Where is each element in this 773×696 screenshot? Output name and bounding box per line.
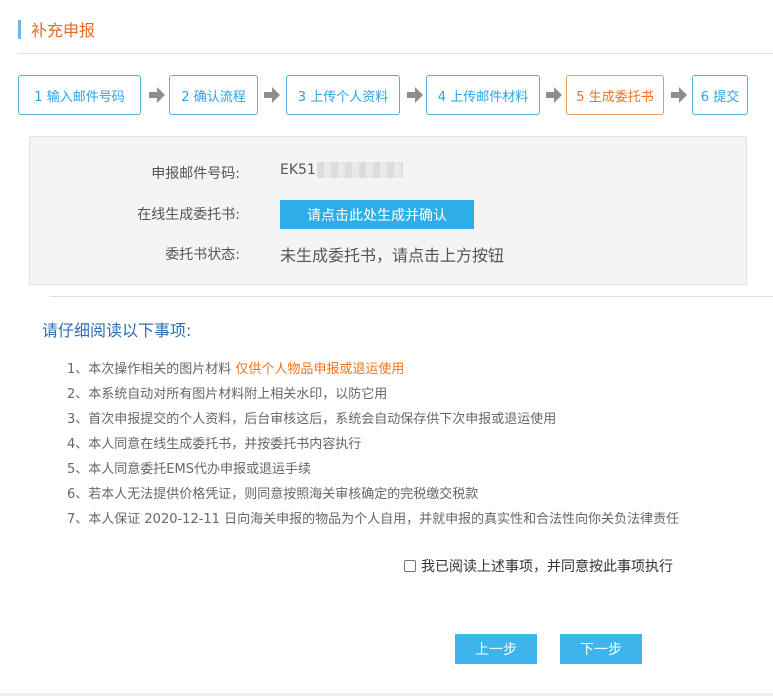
mail-number-value: EK51 [280, 162, 403, 178]
next-step-button[interactable]: 下一步 [560, 634, 642, 664]
agree-checkbox-row[interactable]: 我已阅读上述事项，并同意按此事项执行 [404, 556, 673, 576]
arrow-right-icon [149, 86, 166, 104]
header-divider [18, 53, 773, 54]
notice-item-highlight: 仅供个人物品申报或退运使用 [235, 362, 405, 377]
notice-item-text: 1、本次操作相关的图片材料 [67, 362, 236, 377]
arrow-right-icon [407, 86, 424, 104]
notice-item: 2、本系统自动对所有图片材料附上相关水印，以防它用 [67, 387, 388, 402]
generate-authorization-button[interactable]: 请点击此处生成并确认 [280, 200, 474, 229]
prev-step-button[interactable]: 上一步 [455, 634, 537, 664]
step-progress: 1 输入邮件号码 2 确认流程 3 上传个人资料 4 上传邮件材料 5 生成委托… [18, 75, 773, 115]
agree-checkbox[interactable] [404, 560, 416, 572]
step-confirm-process[interactable]: 2 确认流程 [169, 75, 258, 115]
notice-item: 6、若本人无法提供价格凭证，则同意按照海关审核确定的完税缴交税款 [67, 487, 479, 502]
notice-item: 5、本人同意委托EMS代办申报或退运手续 [67, 462, 311, 477]
notice-title: 请仔细阅读以下事项: [42, 321, 192, 340]
step-submit[interactable]: 6 提交 [692, 75, 748, 115]
step-generate-authorization[interactable]: 5 生成委托书 [566, 75, 664, 115]
section-divider [50, 296, 773, 297]
step-upload-mail-materials[interactable]: 4 上传邮件材料 [426, 75, 540, 115]
authorization-status-label: 委托书状态: [165, 247, 240, 263]
arrow-right-icon [546, 86, 563, 104]
mail-number-text: EK51 [280, 162, 316, 178]
agree-checkbox-label: 我已阅读上述事项，并同意按此事项执行 [421, 559, 673, 575]
notice-list: 1、本次操作相关的图片材料 仅供个人物品申报或退运使用 2、本系统自动对所有图片… [67, 360, 773, 535]
notice-item: 1、本次操作相关的图片材料 仅供个人物品申报或退运使用 [67, 360, 773, 385]
step-input-mail-number[interactable]: 1 输入邮件号码 [18, 75, 141, 115]
title-accent-bar [18, 19, 21, 39]
page-header: 补充申报 [18, 18, 95, 40]
mail-number-label: 申报邮件号码: [151, 166, 240, 182]
page-title: 补充申报 [31, 21, 96, 40]
online-generate-label: 在线生成委托书: [137, 207, 240, 223]
notice-item: 7、本人保证 2020-12-11 日向海关申报的物品为个人自用，并就申报的真实… [67, 512, 680, 527]
authorization-status-value: 未生成委托书，请点击上方按钮 [280, 246, 505, 265]
authorization-form-panel: 申报邮件号码: EK51 在线生成委托书: 请点击此处生成并确认 委托书状态: … [29, 136, 747, 285]
arrow-right-icon [671, 86, 688, 104]
notice-item: 4、本人同意在线生成委托书，并按委托书内容执行 [67, 437, 362, 452]
step-upload-personal[interactable]: 3 上传个人资料 [286, 75, 400, 115]
arrow-right-icon [264, 86, 281, 104]
notice-item: 3、首次申报提交的个人资料，后台审核这后，系统会自动保存供下次申报或退运使用 [67, 412, 557, 427]
mail-number-redaction [316, 162, 403, 178]
